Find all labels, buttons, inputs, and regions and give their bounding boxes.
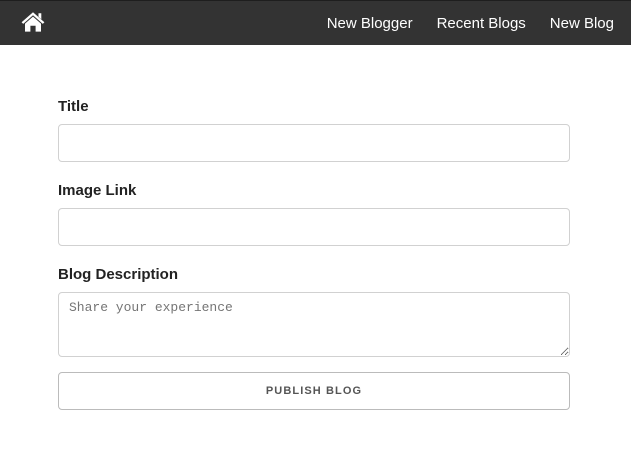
nav-links: New Blogger Recent Blogs New Blog: [303, 1, 614, 46]
publish-blog-button[interactable]: Publish Blog: [58, 372, 570, 410]
new-blog-form: Title Image Link Blog Description Publis…: [58, 98, 570, 410]
blog-description-textarea[interactable]: [58, 292, 570, 357]
home-icon: [21, 12, 45, 32]
nav-link-new-blogger[interactable]: New Blogger: [327, 15, 413, 32]
image-link-input[interactable]: [58, 208, 570, 246]
nav-link-new-blog[interactable]: New Blog: [550, 15, 614, 32]
title-label: Title: [58, 98, 89, 115]
home-link[interactable]: [21, 11, 45, 33]
image-link-label: Image Link: [58, 182, 137, 199]
nav-link-recent-blogs[interactable]: Recent Blogs: [437, 15, 526, 32]
top-navbar: New Blogger Recent Blogs New Blog: [0, 0, 631, 45]
title-input[interactable]: [58, 124, 570, 162]
blog-description-label: Blog Description: [58, 266, 179, 283]
